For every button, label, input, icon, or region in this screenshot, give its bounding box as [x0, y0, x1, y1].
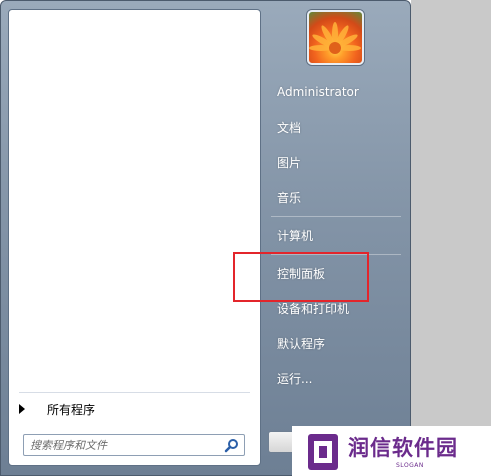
watermark-title: 润信软件园 [348, 436, 458, 460]
search-box[interactable] [23, 434, 245, 456]
desktop-background [411, 0, 491, 476]
default-programs-link[interactable]: 默认程序 [270, 328, 402, 358]
start-menu: 所有程序 Administrator 文档 [0, 0, 411, 476]
music-label: 音乐 [277, 190, 302, 205]
run-link[interactable]: 运行... [270, 363, 402, 393]
user-name-label: Administrator [277, 85, 359, 99]
annotation-highlight-box [233, 252, 369, 302]
start-menu-left-pane: 所有程序 [8, 9, 261, 466]
run-label: 运行... [277, 371, 313, 386]
pictures-label: 图片 [277, 155, 302, 170]
search-icon[interactable] [224, 438, 240, 454]
divider [19, 392, 250, 393]
watermark: 润信软件园 SLOGAN [292, 426, 491, 476]
watermark-slogan: SLOGAN [396, 462, 424, 469]
brand-logo-icon [308, 434, 338, 470]
computer-link[interactable]: 计算机 [270, 220, 402, 250]
all-programs-button[interactable]: 所有程序 [19, 398, 249, 420]
arrow-right-icon [19, 404, 25, 414]
default-programs-label: 默认程序 [277, 336, 326, 351]
devices-printers-label: 设备和打印机 [277, 301, 350, 316]
music-link[interactable]: 音乐 [270, 182, 402, 212]
user-name-link[interactable]: Administrator [270, 77, 402, 107]
all-programs-label: 所有程序 [47, 402, 96, 417]
computer-label: 计算机 [277, 228, 314, 243]
documents-link[interactable]: 文档 [270, 112, 402, 142]
search-input[interactable] [24, 438, 220, 452]
pictures-link[interactable]: 图片 [270, 147, 402, 177]
documents-label: 文档 [277, 120, 302, 135]
right-divider [271, 216, 401, 217]
flower-icon [309, 22, 361, 54]
pinned-programs-list [9, 10, 260, 392]
user-avatar[interactable] [307, 10, 364, 65]
